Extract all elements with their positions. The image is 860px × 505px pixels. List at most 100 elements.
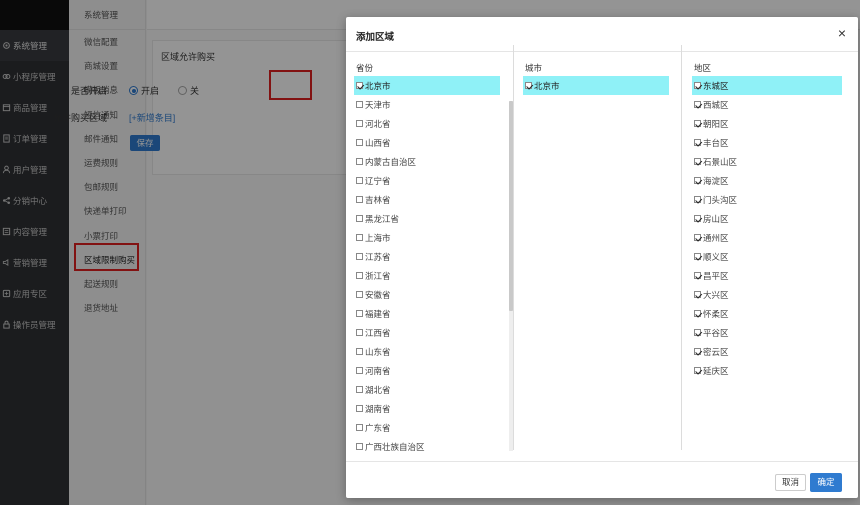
list-item[interactable]: 浙江省 <box>354 266 500 285</box>
list-item-label: 密云区 <box>703 346 729 357</box>
list-item[interactable]: 广东省 <box>354 418 500 437</box>
list-item-label: 朝阳区 <box>703 118 729 129</box>
checkbox-checked-icon[interactable] <box>694 82 701 89</box>
list-item-label: 北京市 <box>534 80 560 91</box>
checkbox-checked-icon[interactable] <box>694 234 701 241</box>
checkbox-icon[interactable] <box>356 386 363 393</box>
list-item[interactable]: 湖北省 <box>354 380 500 399</box>
list-item[interactable]: 密云区 <box>692 342 842 361</box>
list-item[interactable]: 吉林省 <box>354 190 500 209</box>
checkbox-icon[interactable] <box>356 367 363 374</box>
checkbox-icon[interactable] <box>356 215 363 222</box>
dialog-title: 添加区域 <box>356 32 395 43</box>
checkbox-checked-icon[interactable] <box>694 158 701 165</box>
list-item-label: 山西省 <box>365 137 391 148</box>
province-header: 省份 <box>356 63 374 73</box>
checkbox-icon[interactable] <box>356 196 363 203</box>
checkbox-icon[interactable] <box>356 291 363 298</box>
list-item[interactable]: 湖南省 <box>354 399 500 418</box>
checkbox-icon[interactable] <box>356 310 363 317</box>
list-item[interactable]: 山西省 <box>354 133 500 152</box>
list-item[interactable]: 西城区 <box>692 95 842 114</box>
checkbox-icon[interactable] <box>356 253 363 260</box>
list-item[interactable]: 上海市 <box>354 228 500 247</box>
list-item[interactable]: 顺义区 <box>692 247 842 266</box>
list-item-label: 广东省 <box>365 422 391 433</box>
list-item[interactable]: 平谷区 <box>692 323 842 342</box>
list-item-label: 河南省 <box>365 365 391 376</box>
list-item[interactable]: 安徽省 <box>354 285 500 304</box>
checkbox-icon[interactable] <box>356 272 363 279</box>
list-item[interactable]: 河北省 <box>354 114 500 133</box>
list-item-label: 江苏省 <box>365 251 391 262</box>
checkbox-icon[interactable] <box>356 120 363 127</box>
city-header: 城市 <box>525 63 543 73</box>
list-item[interactable]: 房山区 <box>692 209 842 228</box>
list-item[interactable]: 怀柔区 <box>692 304 842 323</box>
confirm-button[interactable]: 确定 <box>810 473 842 492</box>
checkbox-checked-icon[interactable] <box>694 329 701 336</box>
list-item-label: 延庆区 <box>703 365 729 376</box>
checkbox-icon[interactable] <box>356 443 363 450</box>
list-item[interactable]: 东城区 <box>692 76 842 95</box>
list-item[interactable]: 丰台区 <box>692 133 842 152</box>
checkbox-checked-icon[interactable] <box>694 120 701 127</box>
list-item[interactable]: 天津市 <box>354 95 500 114</box>
list-item[interactable]: 内蒙古自治区 <box>354 152 500 171</box>
checkbox-icon[interactable] <box>356 234 363 241</box>
checkbox-checked-icon[interactable] <box>694 291 701 298</box>
checkbox-checked-icon[interactable] <box>694 101 701 108</box>
checkbox-icon[interactable] <box>356 405 363 412</box>
checkbox-checked-icon[interactable] <box>694 272 701 279</box>
list-item-label: 辽宁省 <box>365 175 391 186</box>
list-item[interactable]: 石景山区 <box>692 152 842 171</box>
checkbox-icon[interactable] <box>356 329 363 336</box>
checkbox-icon[interactable] <box>356 139 363 146</box>
district-header: 地区 <box>694 63 712 73</box>
checkbox-checked-icon[interactable] <box>694 177 701 184</box>
list-item[interactable]: 延庆区 <box>692 361 842 380</box>
list-item-label: 湖北省 <box>365 384 391 395</box>
list-item[interactable]: 广西壮族自治区 <box>354 437 500 456</box>
list-item[interactable]: 朝阳区 <box>692 114 842 133</box>
list-item-label: 上海市 <box>365 232 391 243</box>
checkbox-checked-icon[interactable] <box>525 82 532 89</box>
close-icon[interactable]: × <box>838 26 846 40</box>
checkbox-checked-icon[interactable] <box>694 139 701 146</box>
list-item[interactable]: 山东省 <box>354 342 500 361</box>
list-item[interactable]: 黑龙江省 <box>354 209 500 228</box>
list-item[interactable]: 江苏省 <box>354 247 500 266</box>
checkbox-checked-icon[interactable] <box>694 348 701 355</box>
list-item[interactable]: 门头沟区 <box>692 190 842 209</box>
dialog-header: 添加区域 × <box>346 17 858 52</box>
list-item[interactable]: 辽宁省 <box>354 171 500 190</box>
checkbox-icon[interactable] <box>356 424 363 431</box>
checkbox-checked-icon[interactable] <box>694 215 701 222</box>
add-region-dialog: 添加区域 × 省份 北京市 天津市 河北省 山西省 内蒙古自治区 辽宁省 吉林省 黑龙江省 上海… <box>346 17 858 498</box>
column-divider <box>681 45 682 450</box>
list-item[interactable]: 昌平区 <box>692 266 842 285</box>
list-item[interactable]: 海淀区 <box>692 171 842 190</box>
list-item[interactable]: 北京市 <box>523 76 669 95</box>
checkbox-checked-icon[interactable] <box>694 196 701 203</box>
checkbox-icon[interactable] <box>356 158 363 165</box>
list-item[interactable]: 江西省 <box>354 323 500 342</box>
list-item[interactable]: 通州区 <box>692 228 842 247</box>
list-item[interactable]: 福建省 <box>354 304 500 323</box>
list-item-label: 黑龙江省 <box>365 213 400 224</box>
list-item-label: 海淀区 <box>703 175 729 186</box>
city-list: 北京市 <box>523 76 669 95</box>
checkbox-checked-icon[interactable] <box>694 310 701 317</box>
column-divider <box>513 45 514 450</box>
checkbox-icon[interactable] <box>356 348 363 355</box>
checkbox-icon[interactable] <box>356 101 363 108</box>
checkbox-checked-icon[interactable] <box>694 367 701 374</box>
list-item-label: 内蒙古自治区 <box>365 156 417 167</box>
list-item[interactable]: 北京市 <box>354 76 500 95</box>
checkbox-checked-icon[interactable] <box>694 253 701 260</box>
checkbox-checked-icon[interactable] <box>356 82 363 89</box>
checkbox-icon[interactable] <box>356 177 363 184</box>
list-item[interactable]: 河南省 <box>354 361 500 380</box>
list-item[interactable]: 大兴区 <box>692 285 842 304</box>
cancel-button[interactable]: 取消 <box>775 474 806 491</box>
